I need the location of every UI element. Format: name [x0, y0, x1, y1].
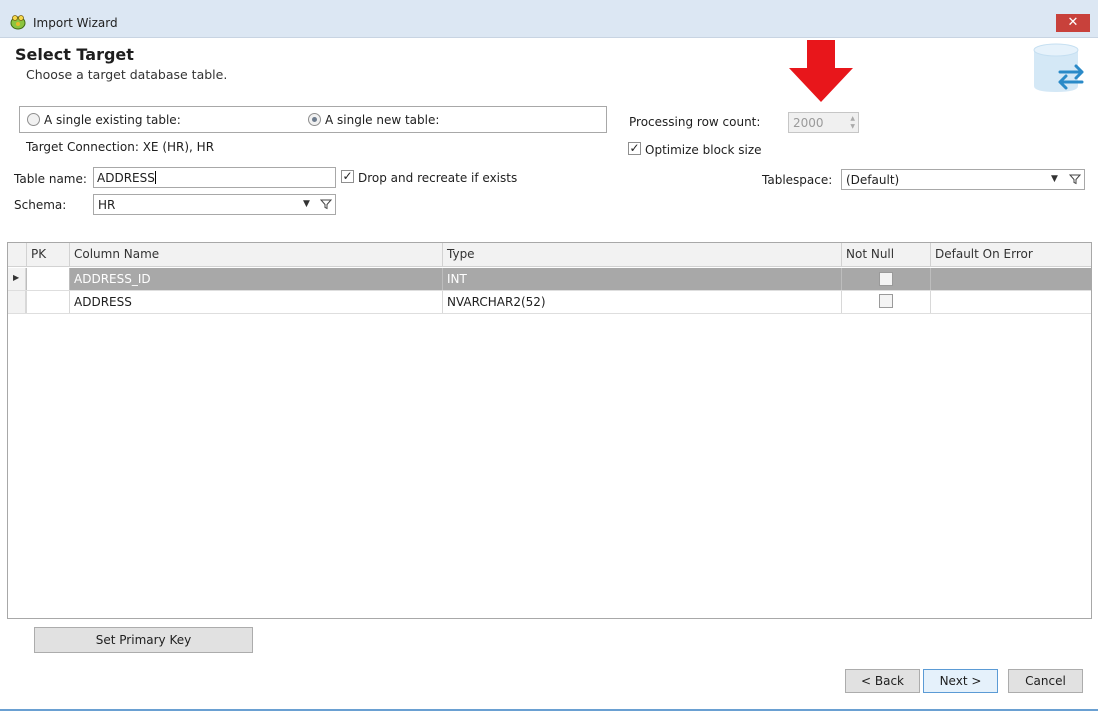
not-null-cell[interactable]	[841, 268, 930, 290]
column-header-pk[interactable]: PK	[26, 243, 69, 267]
not-null-checkbox[interactable]	[879, 294, 893, 308]
row-indicator-header	[8, 243, 26, 267]
column-header-type[interactable]: Type	[442, 243, 841, 267]
new-table-radio[interactable]	[308, 113, 321, 126]
table-name-input[interactable]: ADDRESS	[93, 167, 336, 188]
not-null-cell[interactable]	[841, 291, 930, 313]
drop-recreate-checkbox[interactable]: ✓	[341, 170, 354, 183]
processing-row-count-value: 2000	[793, 116, 824, 130]
spin-down-icon[interactable]: ▼	[850, 123, 855, 130]
table-row[interactable]: ▶ ADDRESS_ID INT	[8, 268, 1091, 291]
schema-value: HR	[98, 198, 116, 212]
pk-cell[interactable]	[26, 291, 69, 313]
tablespace-value: (Default)	[846, 173, 900, 187]
schema-select[interactable]: HR ▼	[93, 194, 336, 215]
app-logo-icon	[10, 15, 26, 30]
optimize-block-size-label: Optimize block size	[645, 143, 762, 157]
back-button[interactable]: < Back	[845, 669, 920, 693]
schema-label: Schema:	[14, 198, 67, 212]
table-name-value: ADDRESS	[97, 171, 155, 185]
row-indicator: ▶	[8, 268, 26, 290]
tablespace-label: Tablespace:	[762, 173, 833, 187]
column-header-default-on-error[interactable]: Default On Error	[930, 243, 1091, 267]
default-on-error-cell[interactable]	[930, 291, 1091, 313]
new-table-label: A single new table:	[325, 113, 440, 127]
text-caret	[154, 171, 156, 184]
column-header-name[interactable]: Column Name	[69, 243, 442, 267]
window-title: Import Wizard	[33, 16, 118, 30]
chevron-down-icon[interactable]: ▼	[1051, 174, 1058, 184]
processing-row-count-spinner[interactable]: 2000 ▲ ▼	[788, 112, 859, 133]
default-on-error-cell[interactable]	[930, 268, 1091, 290]
table-name-label: Table name:	[14, 172, 87, 186]
type-cell[interactable]: NVARCHAR2(52)	[442, 291, 841, 313]
grid-header: PK Column Name Type Not Null Default On …	[8, 243, 1091, 267]
title-bar	[0, 0, 1098, 38]
processing-row-count-label: Processing row count:	[629, 115, 761, 129]
chevron-down-icon[interactable]: ▼	[303, 199, 310, 209]
existing-table-label: A single existing table:	[44, 113, 181, 127]
page-subtitle: Choose a target database table.	[26, 67, 228, 82]
set-primary-key-button[interactable]: Set Primary Key	[34, 627, 253, 653]
tablespace-select[interactable]: (Default) ▼	[841, 169, 1085, 190]
type-cell[interactable]: INT	[442, 268, 841, 290]
close-button[interactable]: ✕	[1056, 14, 1090, 32]
target-mode-group: A single existing table: A single new ta…	[19, 106, 607, 133]
column-name-cell[interactable]: ADDRESS_ID	[69, 268, 442, 290]
red-arrow-down-icon	[789, 40, 853, 102]
filter-icon[interactable]	[1069, 173, 1081, 185]
current-row-icon: ▶	[13, 273, 20, 282]
drop-recreate-label: Drop and recreate if exists	[358, 171, 518, 185]
database-transfer-icon	[1033, 43, 1084, 92]
column-name-cell[interactable]: ADDRESS	[69, 291, 442, 313]
row-indicator	[8, 291, 26, 313]
optimize-block-size-checkbox[interactable]: ✓	[628, 142, 641, 155]
spin-up-icon[interactable]: ▲	[850, 115, 855, 122]
not-null-checkbox[interactable]	[879, 272, 893, 286]
page-title: Select Target	[15, 45, 134, 64]
columns-grid[interactable]: PK Column Name Type Not Null Default On …	[7, 242, 1092, 619]
filter-icon[interactable]	[320, 198, 332, 210]
cancel-button[interactable]: Cancel	[1008, 669, 1083, 693]
next-button[interactable]: Next >	[923, 669, 998, 693]
target-connection-text: Target Connection: XE (HR), HR	[26, 140, 215, 154]
table-row[interactable]: ADDRESS NVARCHAR2(52)	[8, 291, 1091, 314]
existing-table-radio[interactable]	[27, 113, 40, 126]
column-header-not-null[interactable]: Not Null	[841, 243, 930, 267]
pk-cell[interactable]	[26, 268, 69, 290]
